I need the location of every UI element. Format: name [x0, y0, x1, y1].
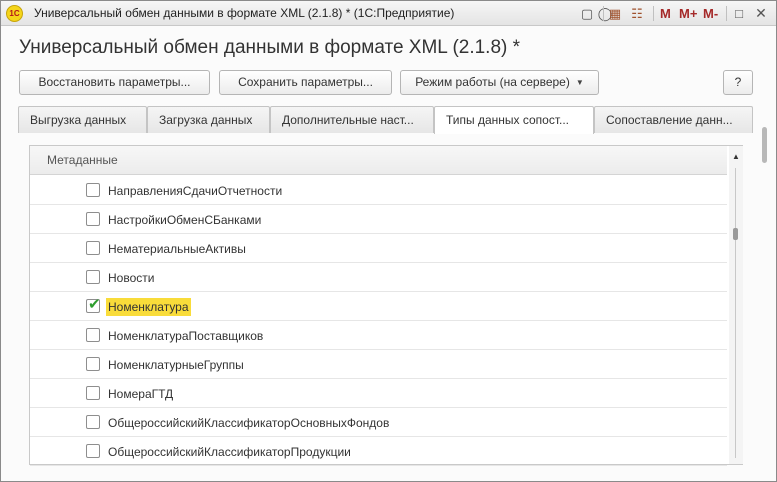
table-row[interactable]: Новости — [30, 263, 727, 292]
tab-export[interactable]: Выгрузка данных — [18, 106, 147, 133]
maximize-icon[interactable]: □ — [731, 5, 747, 22]
table-row[interactable]: НастройкиОбменСБанками — [30, 205, 727, 234]
page-scroll-thumb[interactable] — [762, 127, 767, 163]
tab-bar: Выгрузка данных Загрузка данных Дополнит… — [18, 106, 753, 134]
table-scrollbar[interactable]: ▲ — [729, 146, 743, 464]
tab-data-mapping[interactable]: Сопоставление данн... — [594, 106, 753, 133]
row-checkbox[interactable] — [86, 183, 100, 197]
table-row[interactable]: НематериальныеАктивы — [30, 234, 727, 263]
scroll-thumb[interactable] — [733, 228, 738, 240]
table-body: НаправленияСдачиОтчетности НастройкиОбмен… — [30, 176, 727, 466]
table-row[interactable]: НоменклатурныеГруппы — [30, 350, 727, 379]
row-checkbox[interactable] — [86, 328, 100, 342]
column-header-metadata[interactable]: Метаданные — [30, 146, 727, 175]
help-button[interactable]: ? — [723, 70, 753, 95]
tab-data-types-mapping[interactable]: Типы данных сопост... — [434, 106, 594, 134]
page-title: Универсальный обмен данными в формате XM… — [19, 37, 521, 58]
page-scrollbar[interactable] — [761, 127, 768, 467]
row-checkbox[interactable] — [86, 270, 100, 284]
tab-additional-settings[interactable]: Дополнительные наст... — [270, 106, 434, 133]
scroll-track — [735, 168, 736, 458]
window-title: Универсальный обмен данными в формате XM… — [34, 6, 455, 20]
memory-subtract-button[interactable]: M- — [703, 5, 718, 22]
restore-settings-button[interactable]: Восстановить параметры... — [19, 70, 210, 95]
table-row[interactable]: ОбщероссийскийКлассификаторОсновныхФондо… — [30, 408, 727, 437]
table-row[interactable]: НоменклатураПоставщиков — [30, 321, 727, 350]
memory-button[interactable]: M — [660, 5, 671, 22]
calendar-icon[interactable]: ☷ — [629, 5, 645, 22]
row-label: НастройкиОбменСБанками — [108, 213, 262, 227]
title-bar: 1C Универсальный обмен данными в формате… — [1, 1, 776, 26]
table-row[interactable]: НомераГТД — [30, 379, 727, 408]
row-label: Номенклатура — [106, 298, 191, 316]
row-checkbox[interactable] — [86, 444, 100, 458]
table-row[interactable]: ✔ Номенклатура — [30, 292, 727, 321]
scroll-up-icon[interactable]: ▲ — [732, 152, 740, 161]
chevron-down-icon: ▼ — [575, 78, 584, 88]
app-logo-icon[interactable]: 1C — [6, 5, 23, 22]
metadata-table: Метаданные НаправленияСдачиОтчетности Нас… — [29, 145, 743, 466]
row-label: НаправленияСдачиОтчетности — [108, 184, 283, 198]
row-checkbox[interactable]: ✔ — [86, 296, 101, 313]
row-checkbox[interactable] — [86, 212, 100, 226]
row-checkbox[interactable] — [86, 241, 100, 255]
row-label: Новости — [108, 271, 155, 285]
row-checkbox[interactable] — [86, 357, 100, 371]
row-label: НематериальныеАктивы — [108, 242, 246, 256]
checkmark-icon: ✔ — [88, 296, 101, 313]
row-checkbox[interactable] — [86, 386, 100, 400]
row-checkbox[interactable] — [86, 415, 100, 429]
calculator-icon[interactable]: ▦ — [607, 5, 623, 22]
save-settings-button[interactable]: Сохранить параметры... — [219, 70, 392, 95]
row-label: ОбщероссийскийКлассификаторОсновныхФондо… — [108, 416, 390, 430]
table-row[interactable]: ОбщероссийскийКлассификаторПродукции — [30, 437, 727, 466]
row-label: НомераГТД — [108, 387, 174, 401]
close-icon[interactable]: ✕ — [753, 5, 769, 22]
row-label: НоменклатурныеГруппы — [108, 358, 244, 372]
run-mode-label: Режим работы (на сервере) — [415, 75, 570, 89]
app-window: 1C Универсальный обмен данными в формате… — [0, 0, 777, 482]
memory-add-button[interactable]: M+ — [679, 5, 697, 22]
run-mode-dropdown[interactable]: Режим работы (на сервере) ▼ — [400, 70, 599, 95]
tab-import[interactable]: Загрузка данных — [147, 106, 270, 133]
table-row[interactable]: НаправленияСдачиОтчетности — [30, 176, 727, 205]
save-icon[interactable]: ▢ — [579, 5, 595, 22]
row-label: НоменклатураПоставщиков — [108, 329, 264, 343]
row-label: ОбщероссийскийКлассификаторПродукции — [108, 445, 351, 459]
